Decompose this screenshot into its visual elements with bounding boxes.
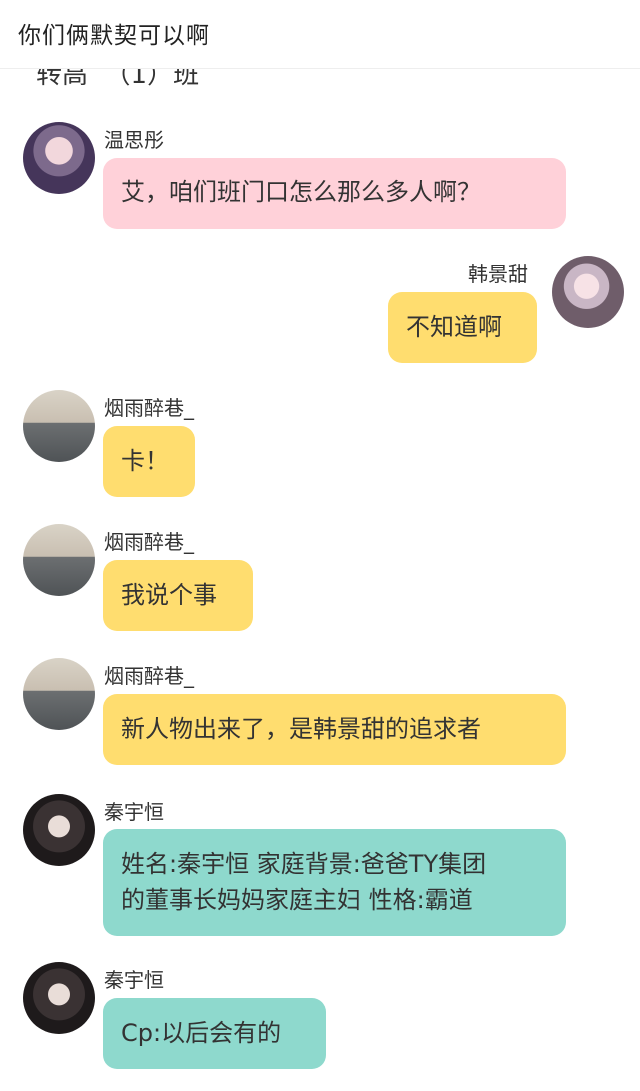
message-bubble[interactable]: 我说个事: [103, 560, 253, 631]
message-item: 温思彤 艾，咱们班门口怎么那么多人啊？: [0, 120, 640, 240]
message-text-line: 姓名:秦宇恒 家庭背景:爸爸TY集团: [121, 850, 487, 878]
message-text: 不知道啊: [406, 313, 502, 341]
message-text: 新人物出来了，是韩景甜的追求者: [121, 715, 481, 743]
sender-name: 烟雨醉巷_: [104, 396, 194, 420]
message-bubble[interactable]: 艾，咱们班门口怎么那么多人啊？: [103, 158, 566, 229]
top-bar: 你们俩默契可以啊: [0, 0, 640, 69]
boy-avatar-icon[interactable]: [23, 962, 95, 1034]
sender-name: 韩景甜: [468, 262, 528, 286]
chat-page: 你们俩默契可以啊 转高 （1）班 温思彤 艾，咱们班门口怎么那么多人啊？ 韩景甜…: [0, 0, 640, 1091]
message-item: 烟雨醉巷_ 新人物出来了，是韩景甜的追求者: [0, 658, 640, 778]
message-text: Cp:以后会有的: [121, 1019, 282, 1047]
message-text-line: 的董事长妈妈家庭主妇 性格:霸道: [121, 886, 473, 914]
message-text: 我说个事: [121, 581, 217, 609]
message-item: 韩景甜 不知道啊: [0, 256, 640, 376]
sender-name: 秦宇恒: [104, 968, 164, 992]
message-text: 卡！: [121, 447, 169, 475]
scenery-avatar-icon[interactable]: [23, 390, 95, 462]
girl-avatar-icon[interactable]: [23, 122, 95, 194]
sender-name: 温思彤: [104, 128, 164, 152]
girl-avatar-icon[interactable]: [552, 256, 624, 328]
scenery-avatar-icon[interactable]: [23, 658, 95, 730]
sender-name: 秦宇恒: [104, 800, 164, 824]
message-bubble[interactable]: 不知道啊: [388, 292, 537, 363]
sender-name: 烟雨醉巷_: [104, 664, 194, 688]
sender-name: 烟雨醉巷_: [104, 530, 194, 554]
scenery-avatar-icon[interactable]: [23, 524, 95, 596]
message-item: 烟雨醉巷_ 我说个事: [0, 524, 640, 644]
message-bubble[interactable]: 卡！: [103, 426, 195, 497]
message-bubble[interactable]: 新人物出来了，是韩景甜的追求者: [103, 694, 566, 765]
message-bubble[interactable]: Cp:以后会有的: [103, 998, 326, 1069]
boy-avatar-icon[interactable]: [23, 794, 95, 866]
message-item: 秦宇恒 姓名:秦宇恒 家庭背景:爸爸TY集团 的董事长妈妈家庭主妇 性格:霸道: [0, 794, 640, 944]
message-item: 烟雨醉巷_ 卡！: [0, 390, 640, 510]
message-text: 艾，咱们班门口怎么那么多人啊？: [121, 178, 481, 206]
message-bubble[interactable]: 姓名:秦宇恒 家庭背景:爸爸TY集团 的董事长妈妈家庭主妇 性格:霸道: [103, 829, 566, 936]
page-title: 你们俩默契可以啊: [18, 23, 210, 49]
message-item: 秦宇恒 Cp:以后会有的: [0, 962, 640, 1082]
